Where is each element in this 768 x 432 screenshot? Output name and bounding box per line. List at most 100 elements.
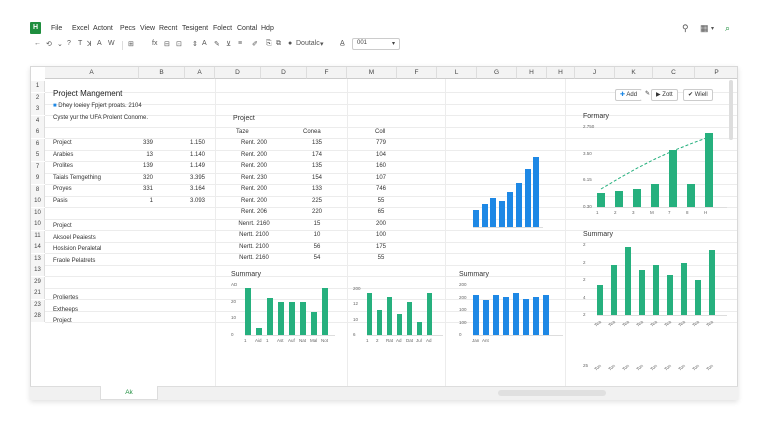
chart-bar[interactable] <box>387 297 392 335</box>
chart-bar[interactable] <box>503 297 509 335</box>
chart-bar[interactable] <box>278 301 284 335</box>
row-header[interactable]: 7 <box>31 161 45 173</box>
row-header[interactable]: 28 <box>31 311 45 322</box>
column-header[interactable]: H <box>517 67 547 79</box>
chart-bar[interactable] <box>322 288 328 335</box>
chart-bar[interactable] <box>667 275 673 315</box>
edit-button[interactable]: ▶ Zott <box>651 89 678 101</box>
chart-0[interactable] <box>473 149 563 249</box>
column-header[interactable]: D <box>261 67 307 79</box>
row-header[interactable]: 2 <box>31 92 45 104</box>
chart-2[interactable]: Summary 2 2 2 4 2 Tea Ton Tea Ton Tea Ton Tea Ton Tea T… <box>583 231 733 372</box>
sort-icon[interactable]: ⇕ <box>192 40 198 48</box>
column-header[interactable]: G <box>477 67 517 79</box>
column-header[interactable]: P <box>695 67 737 79</box>
menu-item-6[interactable]: Tesigent <box>182 25 208 32</box>
column-header[interactable]: A <box>185 67 215 79</box>
chevron-down-icon[interactable]: ▾ <box>711 25 714 32</box>
grid-icon[interactable]: ⊞ <box>128 40 134 48</box>
font-a-underline-icon[interactable]: A̲ <box>340 40 345 47</box>
chart-bar[interactable] <box>523 299 529 335</box>
text-icon[interactable]: T <box>78 40 82 47</box>
column-header[interactable]: A <box>45 67 139 79</box>
row-header[interactable]: 23 <box>31 299 45 311</box>
chart-4[interactable]: 200 12 10 6 1 2 Rat Ad Dat Jul Ad <box>353 281 449 357</box>
chart-bar[interactable] <box>473 209 479 227</box>
menu-item-2[interactable]: Actont <box>93 25 113 32</box>
vertical-scrollbar[interactable] <box>729 80 733 140</box>
user-icon[interactable]: ⚲ <box>682 23 689 34</box>
row-header[interactable]: 6 <box>31 127 45 138</box>
row-header[interactable]: 11 <box>31 230 45 242</box>
row-header[interactable]: 9 <box>31 173 45 184</box>
font-color-icon[interactable]: A <box>202 40 207 47</box>
chart-bar[interactable] <box>493 295 499 335</box>
copy-icon[interactable]: ⧉ <box>276 40 281 48</box>
row-header[interactable]: 14 <box>31 242 45 253</box>
menu-item-9[interactable]: Hdp <box>261 25 274 32</box>
menu-item-7[interactable]: Folect <box>213 25 232 32</box>
chart-bar[interactable] <box>709 250 715 315</box>
borders-icon[interactable]: ⊡ <box>176 40 182 48</box>
chart-bar[interactable] <box>407 301 412 335</box>
row-header[interactable]: 8 <box>31 184 45 196</box>
font-name[interactable]: Doutalc <box>296 40 320 47</box>
chart-bar[interactable] <box>507 192 514 227</box>
chart-bar[interactable] <box>490 197 497 227</box>
undo-icon[interactable]: ⟲ <box>46 40 52 48</box>
chart-bar[interactable] <box>625 247 631 315</box>
font-size-select[interactable]: 001 ▾ <box>352 38 400 50</box>
chart-bar[interactable] <box>427 293 432 335</box>
column-header[interactable]: J <box>575 67 615 79</box>
chart-bar[interactable] <box>483 300 489 335</box>
column-header[interactable]: F <box>307 67 347 79</box>
chart-5[interactable]: Summary 200 200 100 100 0 Jan Ant <box>459 271 569 357</box>
chart-bar[interactable] <box>256 328 262 335</box>
row-header[interactable]: 5 <box>31 150 45 161</box>
font-a-icon[interactable]: A <box>97 40 102 47</box>
add-button[interactable]: ✚ Add <box>615 89 643 101</box>
horizontal-scrollbar[interactable] <box>498 390 606 396</box>
sheet-tab[interactable]: Ak <box>100 386 158 400</box>
chart-bar[interactable] <box>397 314 402 335</box>
pen-icon[interactable]: ✐ <box>252 40 258 48</box>
column-header[interactable]: K <box>615 67 653 79</box>
chart-bar[interactable] <box>653 265 659 315</box>
chart-bar[interactable] <box>611 265 617 315</box>
paint-icon[interactable]: ✎ <box>214 40 220 48</box>
chart-bar[interactable] <box>498 201 505 227</box>
merge-icon[interactable]: ⊟ <box>164 40 170 48</box>
chart-bar[interactable] <box>597 285 603 315</box>
row-header[interactable]: 21 <box>31 288 45 299</box>
chart-bar[interactable] <box>377 309 382 335</box>
menu-item-1[interactable]: Excel <box>72 25 89 32</box>
layout-icon[interactable]: ▦ <box>700 23 709 34</box>
spreadsheet-grid[interactable]: ABADDFMFLGHHJKCP 1 2 3 4 6 6 5 7 9 8 10 10 10 11 14 13 1… <box>30 66 738 400</box>
italic-icon[interactable]: ꓘ <box>87 40 92 48</box>
row-header[interactable]: 10 <box>31 196 45 207</box>
column-header[interactable]: L <box>437 67 477 79</box>
chart-bar[interactable] <box>543 295 549 335</box>
chart-bar[interactable] <box>417 322 422 335</box>
person-icon[interactable]: ● <box>288 40 292 47</box>
chart-bar[interactable] <box>245 288 251 335</box>
chart-bar[interactable] <box>300 301 306 335</box>
column-header[interactable]: H <box>547 67 575 79</box>
row-header[interactable]: 10 <box>31 207 45 219</box>
chevron-icon[interactable]: ⌄ <box>57 40 63 48</box>
search-icon[interactable]: ⌕ <box>725 23 730 34</box>
chart-1[interactable]: Formary 2.750 3.50 6.15 0.30 1 2 3 M 7 8 H <box>583 113 733 229</box>
chart-bar[interactable] <box>311 311 317 335</box>
row-header[interactable]: 10 <box>31 219 45 230</box>
menu-item-8[interactable]: Contal <box>237 25 257 32</box>
chart-bar[interactable] <box>533 297 539 335</box>
row-header[interactable]: 13 <box>31 265 45 276</box>
row-header[interactable]: 3 <box>31 104 45 115</box>
apply-button[interactable]: ✔ Wiell <box>683 89 713 101</box>
chart-bar[interactable] <box>481 203 488 227</box>
link-icon[interactable]: ⎘ <box>266 40 272 48</box>
chart-bar[interactable] <box>533 157 540 227</box>
chart-bar[interactable] <box>289 301 295 335</box>
filter-icon[interactable]: ⊻ <box>226 40 231 48</box>
row-header[interactable]: 6 <box>31 138 45 150</box>
